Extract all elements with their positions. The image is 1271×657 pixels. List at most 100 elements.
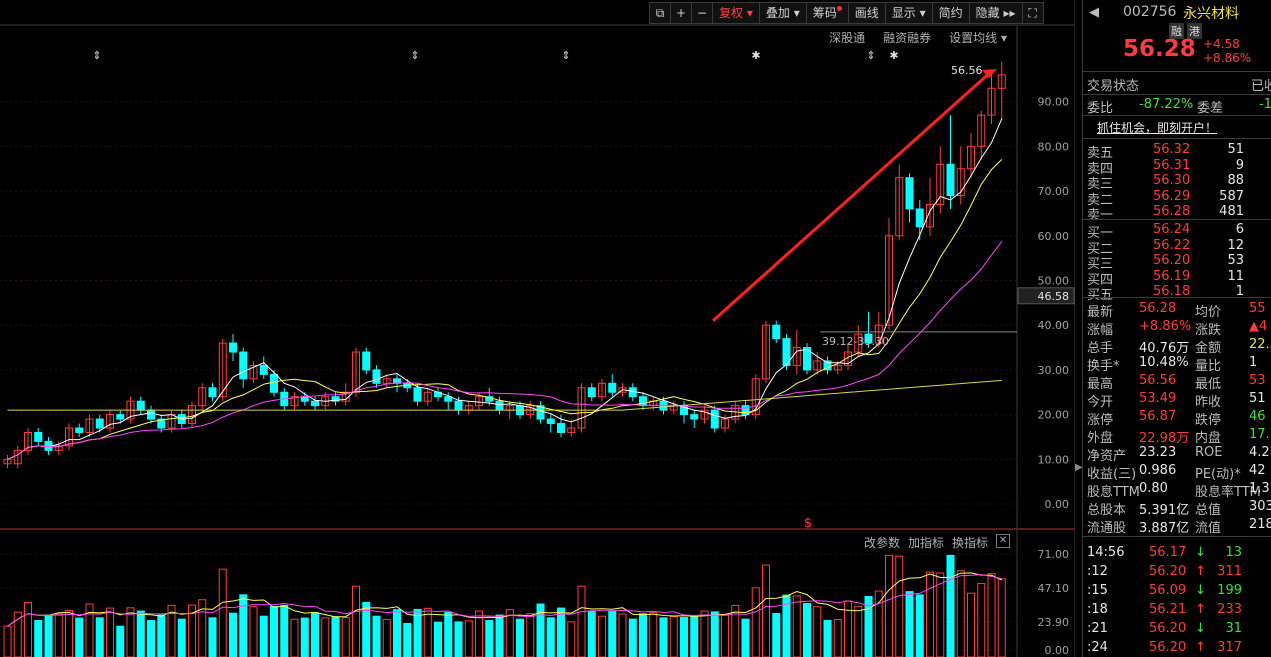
candle-body xyxy=(208,387,217,398)
price-axis-label: 30.00 xyxy=(1038,364,1070,377)
candle-body xyxy=(546,418,555,425)
bid-row[interactable]: 买三 56.20 53 xyxy=(1083,253,1271,272)
current-price-label: 46.58 xyxy=(1038,290,1070,303)
candle-body xyxy=(239,351,248,380)
quote-panel: ◀ 002756 永兴材料 融 港 56.28 +4.58 +8.86% 交易状… xyxy=(1082,0,1271,657)
junxian-settings[interactable]: 设置均线 ▾ xyxy=(949,29,1007,46)
yincang-button[interactable]: 隐藏 ▸▸ xyxy=(968,2,1023,24)
ask-row[interactable]: 卖四 56.31 9 xyxy=(1083,158,1271,177)
dollar-marker: $ xyxy=(804,516,812,531)
high-price-label: 56.56 xyxy=(951,64,983,77)
volume-bar xyxy=(567,621,576,657)
volume-bar xyxy=(44,614,53,657)
tick-price: 56.20 xyxy=(1149,640,1187,655)
bid-row[interactable]: 买四 56.19 11 xyxy=(1083,269,1271,288)
price-change-pct: +8.86% xyxy=(1203,51,1252,65)
jianyue-button[interactable]: 简约 xyxy=(931,2,970,24)
ask-row[interactable]: 卖一 56.28 481 xyxy=(1083,204,1271,223)
candle-body xyxy=(259,364,268,375)
stats-row: 净资产 23.23 ROE 4.2 xyxy=(1083,445,1271,464)
kline-chart-area[interactable]: 90.00 80.00 70.00 60.00 50.00 40.00 30.00 20.00… xyxy=(0,0,1075,657)
level-volume: 88 xyxy=(1227,173,1244,189)
stat-label: 股息TTM xyxy=(1087,485,1140,500)
volume-axis-label: 0.00 xyxy=(1045,644,1070,657)
volume-bar xyxy=(956,570,965,657)
volume-bar xyxy=(967,592,975,657)
chouma-button[interactable]: 筹码 xyxy=(805,2,849,24)
rongzi-link[interactable]: 融资融券 xyxy=(883,29,931,46)
huanzhibiao-button[interactable]: 换指标 xyxy=(952,534,988,551)
lock-icon[interactable]: ⧉ xyxy=(649,2,671,24)
volume-axis-label: 47.10 xyxy=(1038,582,1070,595)
tick-time: 14:56 xyxy=(1087,545,1125,560)
tick-row: :18 56.21 ↑ 233 xyxy=(1083,602,1271,617)
volume-bar xyxy=(936,572,945,657)
tick-row: :15 56.09 ↓ 199 xyxy=(1083,583,1271,598)
stat-label: PE(动)* xyxy=(1195,467,1241,482)
stat-value: 51 xyxy=(1249,391,1266,406)
shengutong-link[interactable]: 深股通 xyxy=(829,29,865,46)
candle-body xyxy=(95,418,104,429)
chart-subbar: 深股通 融资融券 设置均线 ▾ xyxy=(829,29,1007,46)
ma-long-line xyxy=(7,379,1002,411)
event-marker-icon: ⇕ xyxy=(561,49,570,62)
zoom-in-icon[interactable]: + xyxy=(670,2,692,24)
tick-volume: 317 xyxy=(1217,640,1242,655)
stats-row: 涨幅 +8.86% 涨跌 ▲4 xyxy=(1083,319,1271,338)
event-marker-icon: ⇕ xyxy=(866,49,875,62)
kline-chart-svg[interactable]: 90.00 80.00 70.00 60.00 50.00 40.00 30.00 20.00… xyxy=(0,0,1075,657)
volume-bar xyxy=(393,609,401,657)
volume-bar xyxy=(639,613,647,657)
stats-row: 总手 40.76万金额 22.5 xyxy=(1083,337,1271,356)
level-price: 56.30 xyxy=(1153,173,1191,189)
level-volume: 587 xyxy=(1219,188,1244,204)
volume-axis-label: 71.00 xyxy=(1038,548,1070,561)
back-arrow-icon[interactable]: ◀ xyxy=(1089,5,1099,20)
gaicanshu-button[interactable]: 改参数 xyxy=(864,534,900,551)
level-volume: 51 xyxy=(1227,142,1244,157)
volume-bar xyxy=(444,611,453,657)
ask-row[interactable]: 卖五 56.32 51 xyxy=(1083,142,1271,161)
chouma-label: 筹码 xyxy=(812,6,837,20)
jiazhibiao-button[interactable]: 加指标 xyxy=(908,534,944,551)
stat-value: 4.2 xyxy=(1249,445,1270,460)
bid-row[interactable]: 买一 56.24 6 xyxy=(1083,222,1271,241)
stat-label: 净资产 xyxy=(1087,449,1127,464)
zoom-out-icon[interactable]: − xyxy=(691,2,713,24)
price-axis-label: 40.00 xyxy=(1038,319,1070,332)
close-icon[interactable]: ✕ xyxy=(996,534,1011,548)
huaxian-label: 画线 xyxy=(854,6,879,20)
ask-row[interactable]: 卖二 56.29 587 xyxy=(1083,188,1271,208)
candle-body xyxy=(413,387,422,402)
event-marker-icon: ✱ xyxy=(751,49,760,62)
event-marker-icon: ⇕ xyxy=(410,49,419,62)
xianshi-button[interactable]: 显示 ▾ xyxy=(884,2,933,24)
volume-bar xyxy=(485,620,494,657)
stats-row: 流通股 3.887亿流值 218. xyxy=(1083,517,1271,536)
tick-volume: 13 xyxy=(1225,545,1242,560)
promo-link[interactable]: 抓住机会，即刻开户！ xyxy=(1097,119,1217,136)
level-price: 56.32 xyxy=(1153,142,1191,157)
candle-body xyxy=(946,163,955,197)
level-volume: 12 xyxy=(1227,237,1244,253)
stat-value: 303. xyxy=(1249,499,1271,514)
stats-row: 外盘 22.98万内盘 17.7 xyxy=(1083,427,1271,446)
stat-value: 17.7 xyxy=(1249,427,1271,442)
stat-value: 22.5 xyxy=(1249,337,1271,352)
diejia-button[interactable]: 叠加 ▾ xyxy=(758,2,807,24)
bid-row[interactable]: 买二 56.22 12 xyxy=(1083,237,1271,257)
volume-bar xyxy=(259,615,268,657)
level-volume: 53 xyxy=(1227,253,1244,269)
tick-time: :18 xyxy=(1087,602,1108,617)
ask-row[interactable]: 卖三 56.30 88 xyxy=(1083,173,1271,192)
stat-label: 总值 xyxy=(1195,503,1222,518)
volume-bar xyxy=(792,595,801,657)
huaxian-button[interactable]: 画线 xyxy=(847,2,886,24)
stat-value: 10.48% xyxy=(1139,355,1189,370)
stat-value: 22.98万 xyxy=(1139,431,1190,446)
stat-label: 最新 xyxy=(1087,305,1114,320)
volume-bar xyxy=(300,617,309,657)
fuquan-button[interactable]: 复权 ▾ xyxy=(712,2,760,24)
fullscreen-icon[interactable]: ⛶ xyxy=(1021,2,1044,24)
panel-collapse-icon[interactable]: ▶ xyxy=(1075,462,1083,478)
